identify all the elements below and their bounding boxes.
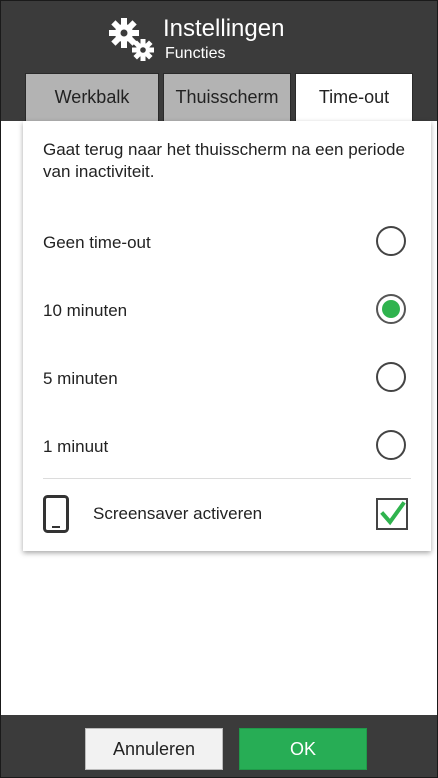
page-title: Instellingen [163, 15, 285, 42]
radio-button[interactable] [376, 226, 406, 256]
tablet-icon [43, 495, 69, 533]
page-subtitle: Functies [165, 45, 226, 62]
tab-thuisscherm[interactable]: Thuisscherm [163, 73, 291, 121]
footer: Annuleren OK [1, 715, 437, 777]
option-label: Geen time-out [43, 233, 151, 252]
screensaver-row[interactable]: Screensaver activeren [23, 481, 431, 543]
option-label: 5 minuten [43, 369, 118, 388]
screensaver-checkbox[interactable] [376, 498, 408, 530]
option-10-minuten[interactable]: 10 minuten [23, 284, 431, 340]
ok-button[interactable]: OK [239, 728, 367, 770]
checkmark-icon [380, 501, 406, 526]
tab-werkbalk[interactable]: Werkbalk [25, 73, 159, 121]
radio-button[interactable] [376, 362, 406, 392]
app-frame: Instellingen Functies Werkbalk Thuissche… [0, 0, 438, 778]
divider [43, 478, 411, 479]
screensaver-label: Screensaver activeren [93, 504, 263, 523]
option-geen-time-out[interactable]: Geen time-out [23, 216, 431, 272]
cancel-button[interactable]: Annuleren [85, 728, 223, 770]
option-1-minuut[interactable]: 1 minuut [23, 420, 431, 476]
radio-button-selected[interactable] [376, 294, 406, 324]
panel-description: Gaat terug naar het thuisscherm na een p… [43, 140, 405, 181]
gears-icon [109, 18, 154, 61]
option-label: 1 minuut [43, 437, 109, 456]
option-label: 10 minuten [43, 301, 128, 320]
radio-selected-dot [382, 300, 400, 318]
content-area: Gaat terug naar het thuisscherm na een p… [1, 121, 437, 715]
option-5-minuten[interactable]: 5 minuten [23, 352, 431, 408]
tab-time-out[interactable]: Time-out [295, 73, 413, 121]
header: Instellingen Functies Werkbalk Thuissche… [1, 1, 437, 121]
radio-button[interactable] [376, 430, 406, 460]
time-out-panel: Gaat terug naar het thuisscherm na een p… [23, 121, 431, 551]
